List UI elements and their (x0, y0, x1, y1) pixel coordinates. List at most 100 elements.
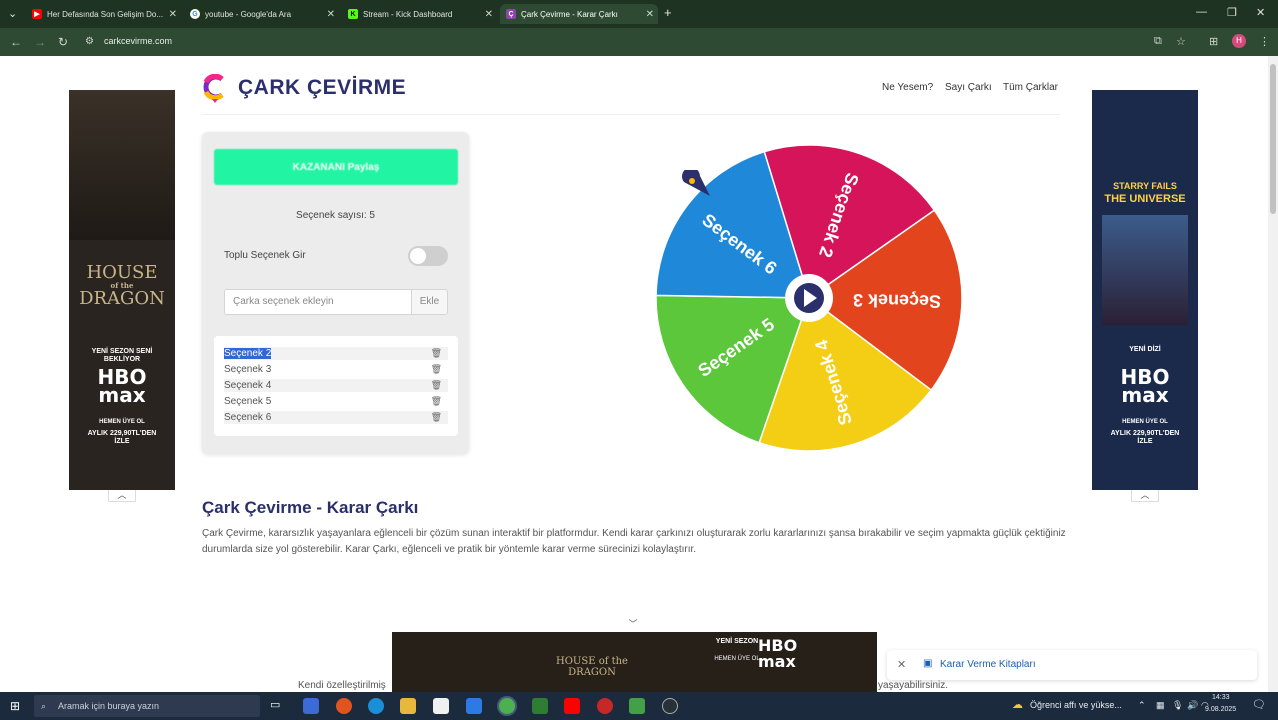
network-icon[interactable]: ▦ (1156, 700, 1165, 711)
browser-tab-3[interactable]: K Stream - Kick Dashboard ✕ (342, 4, 497, 24)
close-window-icon[interactable]: ✕ (1256, 6, 1265, 19)
close-tab-icon[interactable]: ✕ (327, 9, 335, 20)
tab-title: Çark Çevirme - Karar Çarkı (521, 9, 618, 19)
obs-icon[interactable] (662, 698, 678, 714)
left-ad-banner[interactable]: HOUSE of the DRAGON YENİ SEZON SENİ BEKL… (69, 90, 175, 490)
clock-date[interactable]: 9.08.2025 (1205, 706, 1236, 713)
list-item[interactable]: Seçenek 4 🗑 (224, 379, 448, 392)
nav-link-ne-yesem[interactable]: Ne Yesem? (882, 82, 933, 93)
search-placeholder: Aramak için buraya yazın (58, 701, 160, 711)
task-view-icon[interactable]: ▭ (270, 698, 286, 714)
file-explorer-icon[interactable] (400, 698, 416, 714)
browser-tab-2[interactable]: G youtube - Google'da Ara ✕ (184, 4, 339, 24)
weather-icon: ☁ (1012, 699, 1023, 711)
mail-icon[interactable] (466, 698, 482, 714)
clock-time[interactable]: 14:33 (1212, 694, 1230, 701)
left-ad-collapse-icon[interactable]: ︿ (108, 490, 136, 502)
tray-chevron-icon[interactable]: ⌃ (1138, 700, 1146, 711)
minimize-icon[interactable]: — (1196, 6, 1207, 18)
book-icon: ▣ (923, 658, 933, 669)
url-field[interactable]: carkcevirme.com (104, 36, 172, 46)
profile-avatar[interactable]: H (1232, 34, 1246, 48)
menu-icon[interactable]: ⋮ (1259, 35, 1270, 48)
restore-icon[interactable]: ❐ (1227, 6, 1237, 19)
options-list: Seçenek 2 🗑 Seçenek 3 🗑 Seçenek 4 🗑 Seçenek… (214, 336, 458, 436)
bookmark-star-icon[interactable]: ☆ (1176, 35, 1186, 48)
page-heading: Çark Çevirme - Karar Çarkı (202, 498, 419, 517)
list-item[interactable]: Seçenek 6 🗑 (224, 411, 448, 424)
close-tab-icon[interactable]: ✕ (485, 9, 493, 20)
toggle-knob (410, 248, 426, 264)
ad-brand: HBO max (758, 636, 798, 671)
books-bar[interactable]: ✕ ▣ Karar Verme Kitapları (887, 650, 1257, 680)
nav-link-tum-carklar[interactable]: Tüm Çarklar (1003, 82, 1058, 93)
youtube-icon: ▶ (32, 9, 42, 19)
close-tab-icon[interactable]: ✕ (169, 9, 177, 20)
new-tab-icon[interactable]: + (664, 5, 672, 20)
list-item[interactable]: Seçenek 5 🗑 (224, 395, 448, 408)
right-ad-banner[interactable]: STARRY FAILS THE UNIVERSE YENİ DİZİ HBO … (1092, 90, 1198, 490)
site-info-icon[interactable]: ⚙ (85, 36, 94, 47)
header-divider (202, 114, 1060, 115)
ad-title-house: HOUSE (86, 262, 158, 283)
wheel-segment-label: Seçenek 3 (853, 290, 941, 312)
bottom-ad-toggle-icon[interactable]: ﹀ (620, 617, 646, 631)
ad-title: HOUSE of the DRAGON (556, 656, 628, 678)
browser-tab-4[interactable]: Ç Çark Çevirme - Karar Çarkı ✕ (500, 4, 658, 24)
web-page: HOUSE of the DRAGON YENİ SEZON SENİ BEKL… (0, 56, 1268, 692)
option-label: Seçenek 6 (224, 412, 272, 423)
ad-artwork (1102, 215, 1188, 325)
calendar-icon[interactable] (433, 698, 449, 714)
search-icon: ⌕ (41, 701, 47, 711)
news-notification[interactable]: Öğrenci affı ve yükse... (1030, 700, 1122, 710)
trash-icon[interactable]: 🗑 (431, 411, 442, 424)
close-icon[interactable]: ✕ (897, 658, 906, 671)
address-bar: ← → ↻ ⚙ carkcevirme.com ⧉ ☆ ⊞ H ⋮ (0, 28, 1278, 56)
volume-icon[interactable]: 🔊 (1187, 700, 1198, 711)
edge-icon[interactable] (368, 698, 384, 714)
option-label: Seçenek 3 (224, 364, 272, 375)
install-icon[interactable]: ⧉ (1154, 35, 1162, 48)
tab-search-icon[interactable]: ⌄ (8, 7, 17, 20)
reload-icon[interactable]: ↻ (58, 35, 68, 49)
list-item[interactable]: Seçenek 3 🗑 (224, 363, 448, 376)
add-option-button[interactable]: Ekle (411, 289, 448, 315)
browser-tab-bar: ⌄ ▶ Her Defasında Son Gelişim Do... ✕ G … (0, 0, 1278, 28)
windows-start-icon[interactable]: ⊞ (10, 699, 20, 713)
bulk-input-toggle[interactable] (408, 246, 448, 266)
copilot-icon[interactable] (336, 698, 352, 714)
share-winner-button[interactable]: KAZANANI Paylaş (214, 149, 458, 185)
minecraft-icon[interactable] (532, 698, 548, 714)
page-scrollbar[interactable] (1268, 56, 1278, 692)
trash-icon[interactable]: 🗑 (431, 379, 442, 392)
notification-center-icon[interactable]: 🗨 (1252, 698, 1266, 711)
ad-title-2: THE UNIVERSE (1104, 193, 1186, 205)
opera-icon[interactable] (597, 698, 613, 714)
back-icon[interactable]: ← (10, 35, 22, 49)
right-ad-collapse-icon[interactable]: ︿ (1131, 490, 1159, 502)
bottom-ad-banner[interactable]: HOUSE of the DRAGON YENİ SEZON HBO max H… (392, 632, 877, 692)
site-logo[interactable]: ÇARK ÇEVİRME (202, 73, 406, 103)
option-label: Seçenek 2 (224, 348, 272, 359)
forward-icon[interactable]: → (34, 35, 46, 49)
books-bar-label: Karar Verme Kitapları (940, 659, 1036, 670)
ad-title-1: STARRY FAILS (1113, 181, 1177, 191)
extensions-icon[interactable]: ⊞ (1209, 35, 1218, 48)
scrollbar-thumb[interactable] (1270, 64, 1276, 214)
youtube-app-icon[interactable] (564, 698, 580, 714)
list-item[interactable]: Seçenek 2 🗑 (224, 347, 448, 360)
mic-icon[interactable]: 🎙 (1172, 700, 1183, 711)
app-icon[interactable] (303, 698, 319, 714)
ad-artwork (69, 90, 175, 240)
browser-tab-1[interactable]: ▶ Her Defasında Son Gelişim Do... ✕ (26, 4, 181, 24)
trash-icon[interactable]: 🗑 (431, 347, 442, 360)
close-tab-icon[interactable]: ✕ (646, 9, 654, 20)
taskbar-search-input[interactable]: ⌕ Aramak için buraya yazın (34, 695, 260, 717)
trash-icon[interactable]: 🗑 (431, 395, 442, 408)
nav-link-sayi-carki[interactable]: Sayı Çarkı (945, 82, 992, 93)
chrome-icon[interactable] (499, 698, 515, 714)
trash-icon[interactable]: 🗑 (431, 363, 442, 376)
ad-cta: HEMEN ÜYE OL (99, 419, 145, 425)
game-icon[interactable] (629, 698, 645, 714)
add-option-input[interactable]: Çarka seçenek ekleyin (224, 289, 412, 315)
